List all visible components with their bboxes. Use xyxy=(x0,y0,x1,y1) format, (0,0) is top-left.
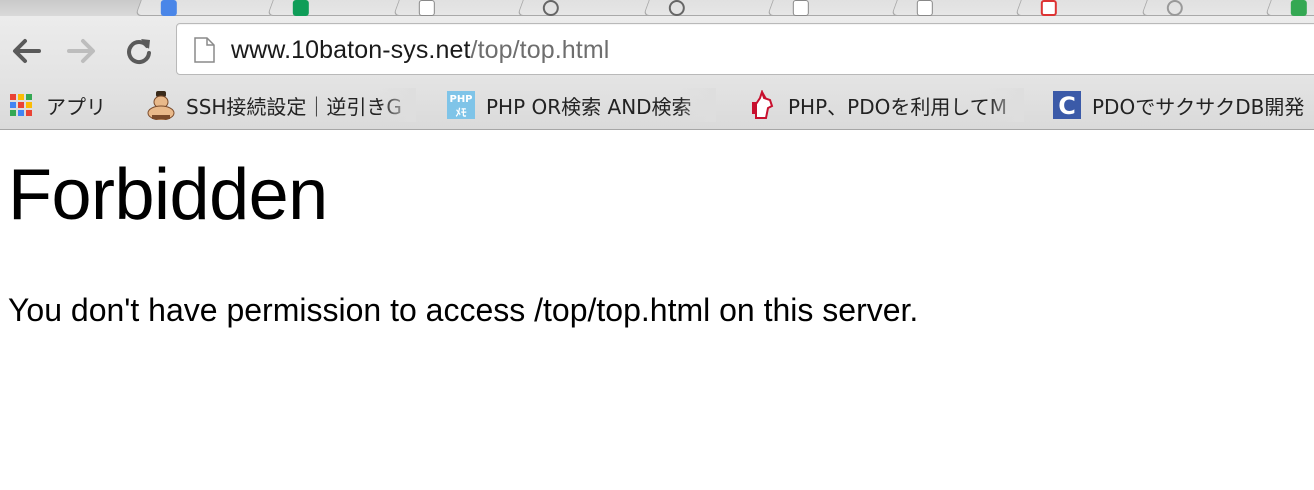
bookmark-apps[interactable]: アプリ xyxy=(10,88,120,122)
bookmark-pdo-db[interactable]: C PDOでサクサクDB開発 xyxy=(1052,88,1314,122)
bookmark-label: SSH接続設定｜逆引きG xyxy=(186,94,402,119)
browser-tab[interactable] xyxy=(134,0,286,16)
tab-favicon xyxy=(292,0,309,16)
url-path: /top/top.html xyxy=(470,36,610,64)
tab-favicon xyxy=(792,0,809,16)
svg-text:PHP: PHP xyxy=(449,94,472,105)
tab-favicon xyxy=(418,0,435,16)
document-icon xyxy=(194,37,215,63)
bookmark-label: PHP、PDOを利用してM xyxy=(788,94,1008,119)
unicorn-icon xyxy=(752,90,774,119)
address-bar[interactable]: www.10baton-sys.net/top/top.html xyxy=(176,23,1314,75)
apps-grid-icon xyxy=(10,94,32,116)
error-message: You don't have permission to access /top… xyxy=(8,292,919,328)
reload-icon xyxy=(127,39,151,65)
arrow-left-icon xyxy=(13,39,41,63)
tab-favicon xyxy=(160,0,177,16)
reload-button[interactable] xyxy=(122,36,156,66)
url-text[interactable]: www.10baton-sys.net/top/top.html xyxy=(231,35,609,65)
browser-tab[interactable] xyxy=(1264,0,1314,16)
bookmark-php-pdo[interactable]: PHP、PDOを利用してM xyxy=(748,88,1024,122)
bookmark-label: PDOでサクサクDB開発 xyxy=(1092,94,1305,119)
bookmark-ssh[interactable]: SSH接続設定｜逆引きG xyxy=(146,88,416,122)
page-title: Forbidden xyxy=(8,155,328,235)
tab-favicon xyxy=(1166,0,1183,16)
arrow-right-icon xyxy=(67,39,95,63)
page-content: Forbidden You don't have permission to a… xyxy=(0,131,1314,490)
tab-favicon xyxy=(1040,0,1057,16)
sumo-wrestler-icon xyxy=(147,91,175,120)
letter-c-icon: C xyxy=(1053,91,1081,120)
svg-text:C: C xyxy=(1058,92,1076,120)
tab-strip xyxy=(0,0,1314,16)
bookmark-label: アプリ xyxy=(46,94,106,119)
php-memo-icon: PHP ﾒﾓ xyxy=(447,91,475,119)
tab-favicon xyxy=(542,0,559,16)
tab-favicon xyxy=(1290,0,1307,16)
svg-text:ﾒﾓ: ﾒﾓ xyxy=(456,106,467,119)
tab-favicon xyxy=(668,0,685,16)
forward-button[interactable] xyxy=(64,36,98,66)
tab-favicon xyxy=(916,0,933,16)
back-button[interactable] xyxy=(10,36,44,66)
browser-toolbar: www.10baton-sys.net/top/top.html xyxy=(0,16,1314,82)
bookmark-label: PHP OR検索 AND検索 xyxy=(486,94,692,119)
bookmark-php-or[interactable]: PHP ﾒﾓ PHP OR検索 AND検索 xyxy=(446,88,716,122)
bookmarks-bar: アプリ SSH接続設定｜逆引きG PHP ﾒﾓ PHP OR検索 AND検索 P… xyxy=(0,82,1314,130)
url-host: www.10baton-sys.net xyxy=(231,36,471,64)
